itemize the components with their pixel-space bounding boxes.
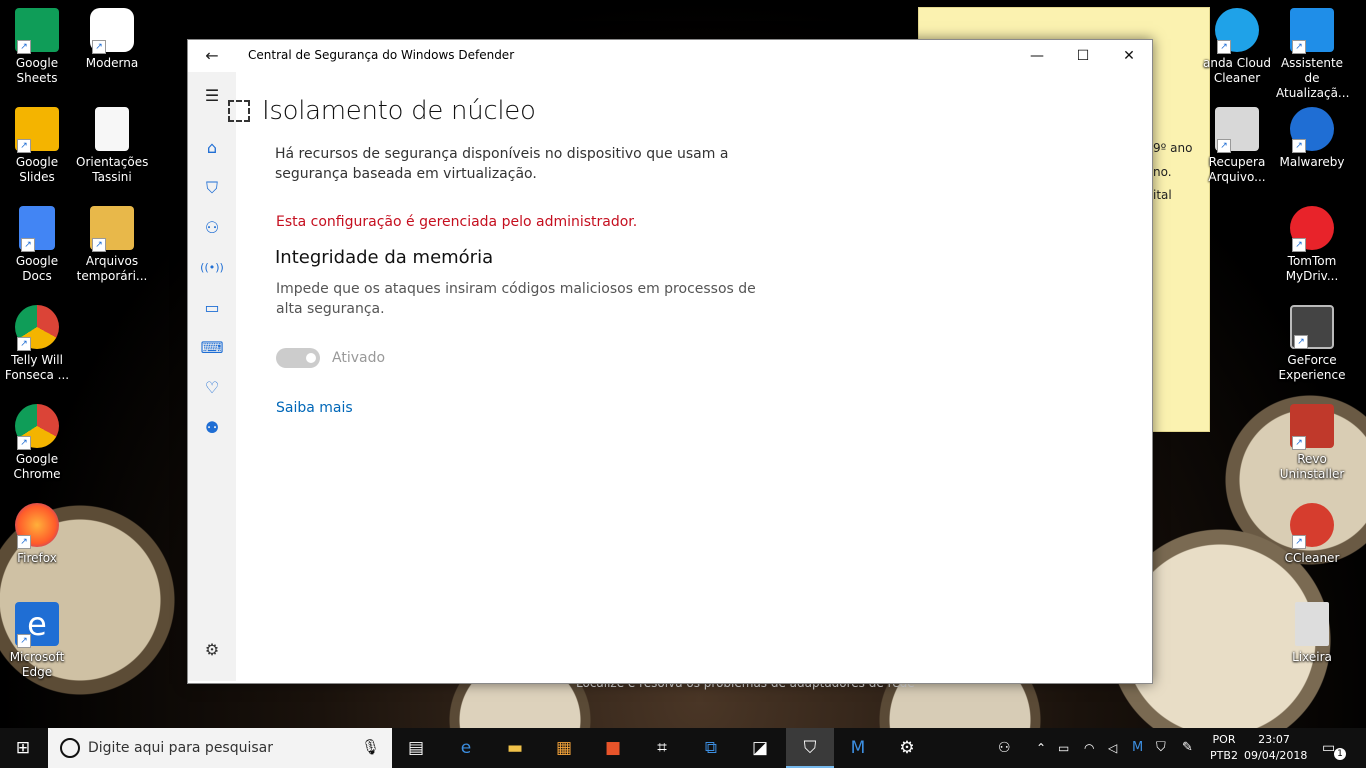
revo-icon: ↗ [1290, 404, 1334, 450]
back-button[interactable]: ← [198, 46, 226, 66]
close-button[interactable]: ✕ [1106, 40, 1152, 72]
maximize-button[interactable]: ☐ [1060, 40, 1106, 72]
folder-icon: ↗ [90, 206, 134, 252]
office-icon[interactable]: ■ [590, 728, 636, 768]
account-protection-icon[interactable]: ⚇ [188, 208, 236, 248]
recovery-icon: ↗ [1215, 107, 1259, 153]
desktop-icon-firefox[interactable]: ↗ Firefox [1, 503, 73, 566]
desktop-icon-panda-cloud[interactable]: ↗ anda Cloud Cleaner [1201, 8, 1273, 86]
page-title: Isolamento de núcleo [262, 96, 536, 126]
device-health-icon[interactable]: ♡ [188, 368, 236, 408]
core-isolation-icon [228, 100, 250, 122]
desktop-icon-google-chrome[interactable]: ↗ Google Chrome [1, 404, 73, 482]
memory-integrity-toggle[interactable] [276, 348, 320, 368]
learn-more-link[interactable]: Saiba mais [276, 400, 353, 416]
family-options-icon[interactable]: ⚉ [188, 408, 236, 448]
toggle-state-label: Ativado [332, 350, 386, 366]
search-placeholder: Digite aqui para pesquisar [88, 740, 274, 756]
sticky-note-text: no. [1153, 165, 1172, 179]
wifi-icon[interactable]: ◠ [1084, 728, 1094, 768]
pen-icon[interactable]: ✎ [1182, 728, 1193, 768]
battery-icon[interactable]: ▭ [1058, 728, 1069, 768]
text-document-icon [95, 107, 129, 151]
content-area: Isolamento de núcleo Há recursos de segu… [228, 72, 1150, 681]
sticky-note-text: 9º ano [1153, 141, 1193, 155]
clock[interactable]: 23:07 09/04/2018 [1244, 732, 1307, 764]
taskbar-search-box[interactable]: Digite aqui para pesquisar 🎙 [48, 728, 392, 768]
chrome-icon: ↗ [15, 404, 59, 450]
minimize-button[interactable]: — [1014, 40, 1060, 72]
store-icon[interactable]: ▦ [541, 728, 587, 768]
volume-icon[interactable]: ◁ [1108, 728, 1117, 768]
malwarebytes-taskbar-icon[interactable]: M [835, 728, 881, 768]
title-bar[interactable]: ← Central de Segurança do Windows Defend… [188, 40, 1152, 72]
desktop-icon-revo[interactable]: ↗ Revo Uninstaller [1276, 404, 1348, 482]
panda-cloud-icon: ↗ [1215, 8, 1259, 54]
sticky-notes-icon[interactable]: ◪ [737, 728, 783, 768]
navigation-sidebar: ☰ ⌂ ⛉ ⚇ ((•)) ▭ ⌨ ♡ ⚉ ⚙ [188, 72, 236, 681]
page-description: Há recursos de segurança disponíveis no … [275, 146, 729, 182]
moderna-icon: ↗ [90, 8, 134, 54]
firefox-icon: ↗ [15, 503, 59, 549]
google-docs-icon: ↗ [19, 206, 55, 252]
notification-count-badge: 1 [1334, 748, 1346, 760]
section-description: Impede que os ataques insiram códigos ma… [276, 281, 756, 317]
desktop-icon-telly-chrome[interactable]: ↗ Telly Will Fonseca ... [1, 305, 73, 383]
section-title: Integridade da memória [275, 247, 494, 268]
window-title: Central de Segurança do Windows Defender [248, 48, 515, 62]
app-browser-control-icon[interactable]: ▭ [188, 288, 236, 328]
input-language-indicator[interactable]: POR PTB2 [1208, 732, 1240, 764]
edge-taskbar-icon[interactable]: e [443, 728, 489, 768]
desktop-icon-orientacoes[interactable]: Orientações Tassini [76, 107, 148, 185]
show-hidden-icons-icon[interactable]: ⌃ [1036, 728, 1046, 768]
google-sheets-icon: ↗ [15, 8, 59, 54]
windows-update-assistant-icon: ↗ [1290, 8, 1334, 54]
defender-tray-icon[interactable]: ⛉ [1156, 728, 1166, 768]
desktop-icon-malwarebytes[interactable]: ↗ Malwareby [1276, 107, 1348, 170]
desktop-icon-google-docs[interactable]: ↗ Google Docs [1, 206, 73, 284]
desktop-icon-update-assistant[interactable]: ↗ Assistente de Atualizaçã... [1276, 8, 1349, 101]
device-security-icon[interactable]: ⌨ [188, 328, 236, 368]
network-adapter-icon[interactable]: ⌗ [639, 728, 685, 768]
settings-taskbar-icon[interactable]: ⚙ [884, 728, 930, 768]
defender-window: ← Central de Segurança do Windows Defend… [187, 39, 1153, 684]
admin-managed-notice: Esta configuração é gerenciada pelo admi… [276, 214, 638, 230]
desktop-icon-lixeira[interactable]: Lixeira [1276, 602, 1348, 665]
file-explorer-icon[interactable]: ▬ [492, 728, 538, 768]
home-icon[interactable]: ⌂ [188, 128, 236, 168]
ccleaner-icon: ↗ [1290, 503, 1334, 549]
desktop-icon-tomtom[interactable]: ↗ TomTom MyDriv... [1276, 206, 1348, 284]
desktop-icon-arquivos[interactable]: ↗ Arquivos temporári... [76, 206, 148, 284]
desktop-icon-recupera[interactable]: ↗ Recupera Arquivo... [1201, 107, 1273, 185]
edge-icon: e ↗ [15, 602, 59, 648]
desktop-icon-ccleaner[interactable]: ↗ CCleaner [1276, 503, 1348, 566]
desktop-icon-moderna[interactable]: ↗ Moderna [76, 8, 148, 71]
microphone-icon[interactable]: 🎙 [361, 738, 380, 756]
desktop-icon-geforce[interactable]: ↗ GeForce Experience [1276, 305, 1348, 383]
desktop-icon-google-slides[interactable]: ↗ Google Slides [1, 107, 73, 185]
google-slides-icon: ↗ [15, 107, 59, 153]
cortana-circle-icon [60, 738, 80, 758]
chrome-profile-icon: ↗ [15, 305, 59, 351]
desktop-icon-microsoft-edge[interactable]: e ↗ Microsoft Edge [1, 602, 73, 680]
toggle-knob [306, 353, 316, 363]
firewall-network-icon[interactable]: ((•)) [188, 248, 236, 288]
sticky-note-text: ital [1153, 188, 1172, 202]
start-button[interactable]: ⊞ [0, 728, 46, 768]
virus-protection-icon[interactable]: ⛉ [188, 168, 236, 208]
malwarebytes-tray-icon[interactable]: M [1132, 728, 1143, 768]
desktop-icon-google-sheets[interactable]: ↗ Google Sheets [1, 8, 73, 86]
tomtom-icon: ↗ [1290, 206, 1334, 252]
action-center-icon[interactable]: ▭ 1 [1322, 728, 1346, 768]
remote-desktop-icon[interactable]: ⧉ [688, 728, 734, 768]
geforce-icon: ↗ [1290, 305, 1334, 349]
recycle-bin-icon [1295, 602, 1329, 646]
settings-gear-icon[interactable]: ⚙ [188, 630, 236, 670]
windows-defender-taskbar-icon[interactable]: ⛉ [786, 728, 834, 768]
malwarebytes-icon: ↗ [1290, 107, 1334, 153]
taskbar: ⊞ Digite aqui para pesquisar 🎙 ▤ e ▬ ▦ ■… [0, 728, 1366, 768]
task-view-icon[interactable]: ▤ [393, 728, 439, 768]
people-icon[interactable]: ⚇ [998, 728, 1011, 768]
